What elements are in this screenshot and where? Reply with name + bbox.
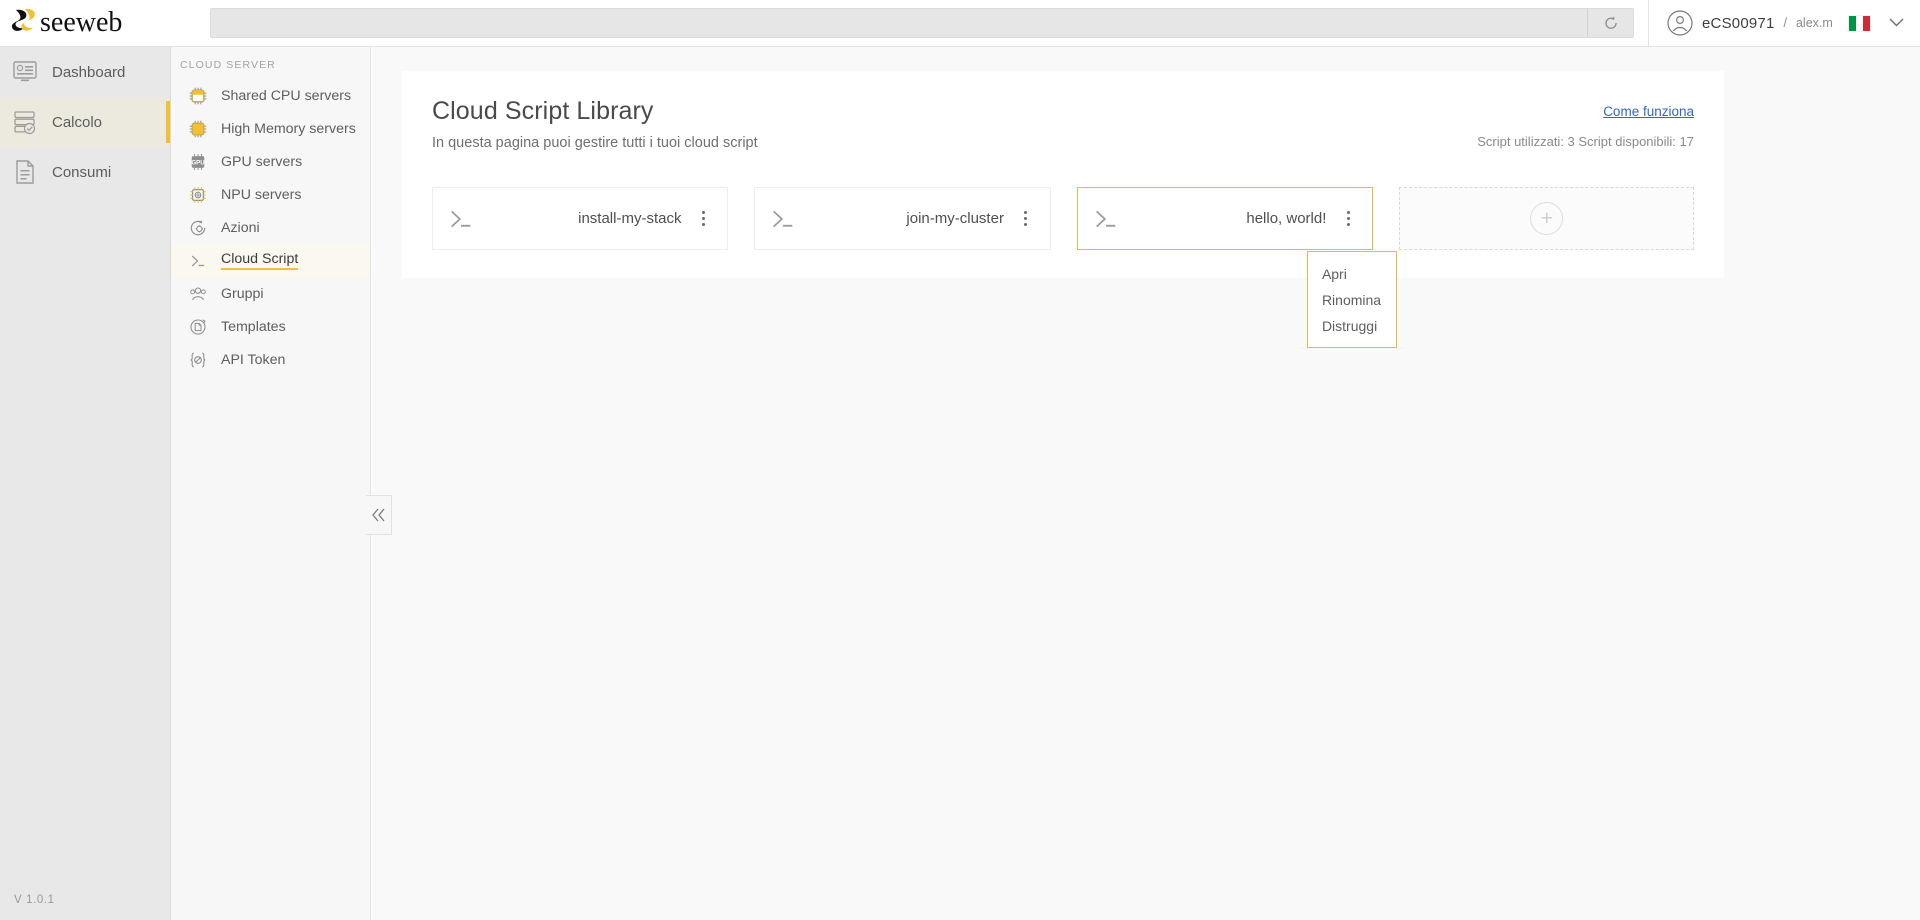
account-separator: /: [1783, 16, 1787, 30]
context-menu-item-distruggi[interactable]: Distruggi: [1308, 313, 1396, 339]
italy-flag-icon: [1848, 15, 1870, 31]
sidebar-item-label: Shared CPU servers: [221, 87, 352, 104]
page-subtitle: In questa pagina puoi gestire tutti i tu…: [432, 135, 758, 151]
top-bar: seeweb eCS00971 / alex.m: [0, 0, 1920, 47]
svg-text:GPU: GPU: [191, 159, 205, 166]
sidebar-item-shared-cpu-servers[interactable]: Shared CPU servers: [171, 79, 370, 112]
terminal-prompt-icon: [451, 210, 471, 227]
gpu-icon: GPU: [191, 153, 205, 170]
templates-icon: [190, 318, 206, 335]
script-name: hello, world!: [1246, 210, 1327, 227]
sidebar-item-label: Gruppi: [221, 285, 264, 302]
sidebar-item-label: API Token: [221, 351, 286, 368]
global-search[interactable]: [210, 8, 1634, 38]
terminal-prompt-icon: [773, 210, 793, 227]
how-it-works-link[interactable]: Come funziona: [1603, 104, 1694, 119]
seeweb-logo[interactable]: seeweb: [0, 0, 171, 47]
page-title: Cloud Script Library: [432, 97, 654, 125]
sidebar-item-label: Cloud Script: [221, 251, 299, 270]
double-chevron-left-icon: [371, 508, 384, 522]
dashboard-icon: [13, 61, 37, 82]
sidebar-item-label: Dashboard: [52, 63, 126, 81]
sidebar-item-templates[interactable]: Templates: [171, 310, 370, 343]
script-card-selected[interactable]: hello, world! Apri Rinomina Distruggi: [1076, 187, 1397, 348]
cloud-script-panel: Cloud Script Library In questa pagina pu…: [402, 71, 1724, 348]
servers-icon: [14, 111, 36, 135]
context-menu-item-rinomina[interactable]: Rinomina: [1308, 287, 1396, 313]
sidebar-item-cloud-script[interactable]: Cloud Script: [171, 244, 370, 277]
sidebar-item-label: Azioni: [221, 219, 260, 236]
sidebar-item-label: Calcolo: [52, 113, 103, 131]
chevron-down-icon: [1889, 18, 1904, 27]
sidebar-item-label: NPU servers: [221, 186, 302, 203]
plus-icon: +: [1530, 202, 1564, 235]
script-card[interactable]: install-my-stack: [432, 187, 729, 250]
sidebar-item-dashboard[interactable]: Dashboard: [0, 47, 170, 97]
account-username: alex.m: [1795, 16, 1833, 30]
script-card-list: install-my-stack join-my-cluster hello, …: [432, 187, 1694, 348]
main-content: Cloud Script Library In questa pagina pu…: [372, 47, 1920, 920]
avatar: [1667, 10, 1693, 36]
app-version: V 1.0.1: [14, 894, 55, 906]
panel-header-right: Come funziona Script utilizzati: 3 Scrip…: [1477, 97, 1694, 149]
script-name: install-my-stack: [578, 210, 682, 227]
sidebar-item-api-token[interactable]: API Token: [171, 343, 370, 376]
sidebar-item-calcolo[interactable]: Calcolo: [0, 97, 170, 147]
cpu-filled-icon: [189, 120, 207, 137]
search-input[interactable]: [211, 9, 1587, 37]
cpu-outline-icon: [189, 87, 207, 104]
sidebar-item-consumi[interactable]: Consumi: [0, 147, 170, 197]
terminal-prompt-icon: [1096, 210, 1116, 227]
add-script-card[interactable]: +: [1399, 187, 1694, 250]
sidebar-item-npu-servers[interactable]: NPU servers: [171, 178, 370, 211]
account-id: eCS00971: [1702, 14, 1775, 32]
sidebar-item-gpu-servers[interactable]: GPU GPU servers: [171, 145, 370, 178]
script-options-button[interactable]: [1018, 208, 1034, 230]
sidebar-item-label: Consumi: [52, 163, 112, 181]
api-token-icon: [190, 351, 206, 368]
secondary-sidebar: CLOUD SERVER Shared CPU servers High Mem: [171, 47, 371, 920]
refresh-icon: [1604, 16, 1617, 29]
sidebar-collapse-button[interactable]: [366, 495, 392, 535]
script-quota: Script utilizzati: 3 Script disponibili:…: [1477, 134, 1694, 149]
terminal-icon: [191, 255, 205, 266]
secondary-sidebar-title: CLOUD SERVER: [180, 59, 276, 71]
svg-text:seeweb: seeweb: [40, 7, 122, 38]
primary-sidebar: Dashboard Calcolo Consumi V 1.0.1: [0, 47, 171, 920]
context-menu-item-apri[interactable]: Apri: [1308, 261, 1396, 287]
sidebar-item-label: Templates: [221, 318, 286, 335]
panel-header-left: Cloud Script Library In questa pagina pu…: [432, 97, 758, 151]
panel-header: Cloud Script Library In questa pagina pu…: [432, 97, 1694, 151]
sidebar-item-label: GPU servers: [221, 153, 303, 170]
script-context-menu: Apri Rinomina Distruggi: [1306, 251, 1397, 348]
sidebar-item-azioni[interactable]: Azioni: [171, 211, 370, 244]
seeweb-logo-icon: seeweb: [11, 7, 122, 38]
npu-icon: [190, 186, 206, 203]
sidebar-item-high-memory-servers[interactable]: High Memory servers: [171, 112, 370, 145]
script-options-button[interactable]: [1340, 208, 1356, 230]
actions-gear-icon: [190, 219, 206, 235]
sidebar-item-label: High Memory servers: [221, 120, 356, 137]
document-icon: [16, 160, 34, 184]
account-menu[interactable]: eCS00971 / alex.m: [1648, 0, 1920, 47]
groups-icon: [190, 286, 206, 300]
script-options-button[interactable]: [695, 208, 711, 230]
script-name: join-my-cluster: [906, 210, 1004, 227]
account-chevron[interactable]: [1889, 14, 1904, 32]
script-card[interactable]: join-my-cluster: [754, 187, 1051, 250]
refresh-button[interactable]: [1587, 9, 1633, 37]
sidebar-item-gruppi[interactable]: Gruppi: [171, 277, 370, 310]
